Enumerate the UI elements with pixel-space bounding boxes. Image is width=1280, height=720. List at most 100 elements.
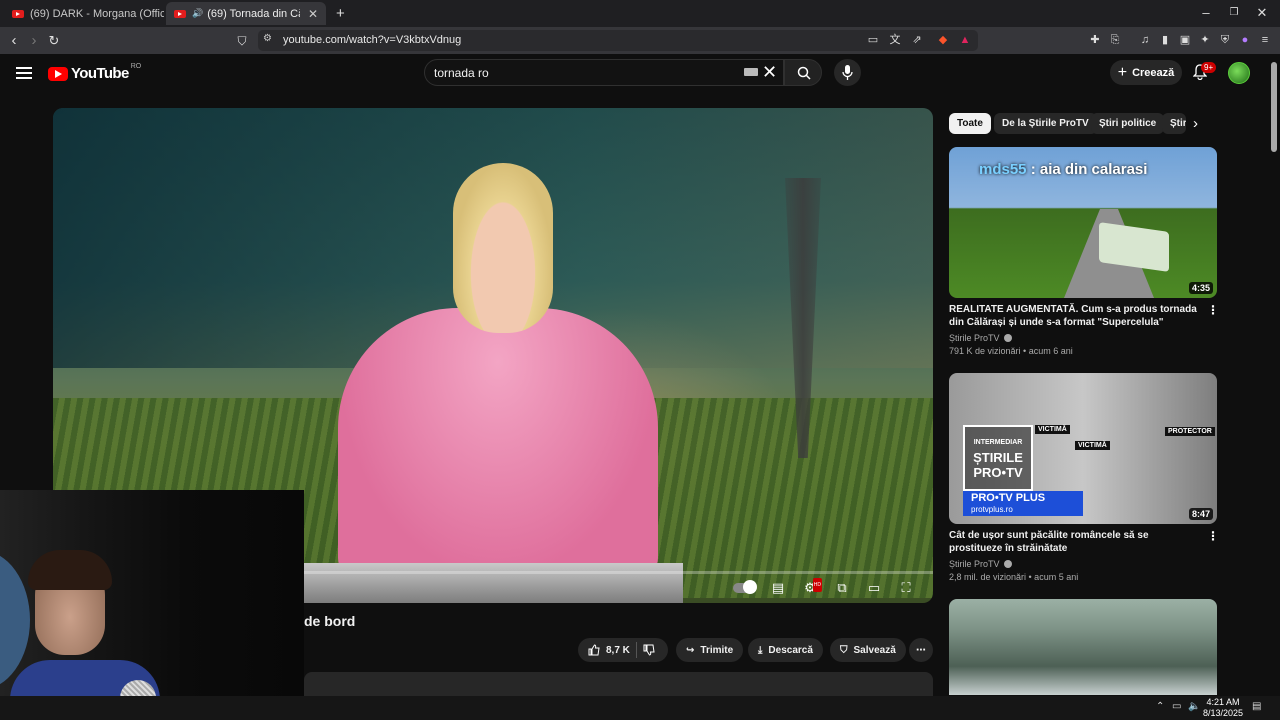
vpn-icon[interactable]: ⛨	[1218, 33, 1232, 47]
rec-more-icon[interactable]: ⋮	[1207, 303, 1219, 317]
thumbnail-plus-banner: PRO•TV PLUS protvplus.ro	[963, 491, 1083, 516]
rec-thumbnail[interactable]: mds55 : aia din calarasi 4:35	[949, 147, 1217, 298]
clear-search-icon[interactable]: ✕	[762, 62, 777, 83]
notification-count-badge: 9+	[1201, 62, 1217, 73]
search-input[interactable]	[434, 66, 734, 80]
settings-icon[interactable]: ⚙ HD	[801, 578, 822, 595]
bookmark-save-icon: ⛉	[840, 644, 848, 656]
like-count[interactable]: 8,7 K	[606, 645, 630, 656]
browser-menu-icon[interactable]: ≡	[1258, 33, 1272, 47]
save-button[interactable]: ⛉ Salvează	[830, 638, 906, 662]
verified-icon	[1003, 560, 1012, 568]
minimize-icon[interactable]: –	[1196, 5, 1216, 20]
rec-channel[interactable]: Știrile ProTV	[949, 333, 1012, 343]
page-scrollbar[interactable]	[1271, 62, 1277, 152]
theater-mode-icon[interactable]: ▭	[865, 581, 883, 595]
cast-icon[interactable]: ▭	[866, 33, 880, 47]
brand-top: INTERMEDIAR	[973, 439, 1023, 446]
url-text[interactable]: youtube.com/watch?v=V3kbtxVdnug	[283, 34, 461, 46]
notification-center-icon[interactable]: ▤	[1252, 701, 1261, 712]
chip-from-protv[interactable]: De la Știrile ProTV	[994, 113, 1097, 134]
window-close-icon[interactable]: ✕	[1252, 5, 1272, 21]
like-divider	[635, 642, 637, 658]
guide-menu-icon[interactable]	[16, 64, 32, 82]
site-info-icon[interactable]: ⚙	[263, 33, 272, 44]
thumbnail-text: : aia din calarasi	[1026, 161, 1148, 178]
thumbs-up-icon[interactable]	[588, 644, 600, 656]
forward-icon[interactable]: ›	[24, 31, 44, 51]
sidebar-icon[interactable]: ▮	[1158, 33, 1172, 47]
profile-icon[interactable]: ●	[1238, 33, 1252, 47]
video-frame-anchor	[338, 308, 658, 578]
bookmark-icon[interactable]: ⛉	[232, 31, 252, 51]
share-label: Trimite	[700, 644, 734, 656]
volume-icon[interactable]: 🔈	[1188, 701, 1200, 712]
tray-overflow-icon[interactable]: ⌃	[1156, 701, 1164, 712]
rec-title[interactable]: Cât de ușor sunt păcălite româncele să s…	[949, 529, 1199, 555]
voice-search-button[interactable]	[834, 59, 861, 86]
player-controls: ▤ ⚙ HD ⧉ ▭ ⛶	[733, 578, 915, 598]
channel-name: Știrile ProTV	[949, 333, 1000, 343]
rec-title[interactable]: REALITATE AUGMENTATĂ. Cum s-a produs tor…	[949, 303, 1199, 329]
brave-rewards-icon[interactable]: ▲	[958, 33, 972, 47]
thumbnail-tag: PROTECTOR	[1165, 427, 1215, 436]
rec-meta: 791 K de vizionări • acum 6 ani	[949, 346, 1073, 356]
rec-thumbnail[interactable]: INTERMEDIAR ȘTIRILE PRO•TV PRO•TV PLUS p…	[949, 373, 1217, 524]
video-frame-desk	[303, 563, 683, 603]
wallet-icon[interactable]: ▣	[1178, 33, 1192, 47]
rec-channel[interactable]: Știrile ProTV	[949, 559, 1012, 569]
thumbs-down-icon[interactable]	[643, 644, 655, 656]
plus-label: PRO•TV PLUS	[971, 492, 1046, 504]
autoplay-toggle[interactable]	[733, 580, 757, 594]
keyboard-icon[interactable]	[744, 68, 758, 76]
thumbnail-tag: VICTIMĂ	[1035, 425, 1070, 434]
new-tab-button[interactable]: +	[336, 5, 345, 22]
plus-url: protvplus.ro	[971, 505, 1013, 514]
fullscreen-icon[interactable]: ⛶	[897, 581, 915, 595]
subtitles-icon[interactable]: ▤	[769, 581, 787, 595]
screenshot-icon[interactable]: ⎘	[1108, 33, 1122, 47]
chip-all[interactable]: Toate	[949, 113, 991, 134]
translate-icon[interactable]: 文	[888, 33, 902, 47]
brave-shield-icon[interactable]: ◆	[936, 33, 950, 47]
network-icon[interactable]: ▭	[1172, 701, 1181, 712]
chip-political-news[interactable]: Știri politice	[1091, 113, 1165, 134]
os-taskbar	[0, 696, 1280, 720]
thumbnail-caption: mds55 : aia din calarasi	[979, 161, 1147, 178]
account-avatar[interactable]	[1228, 62, 1250, 84]
youtube-favicon-icon	[174, 9, 186, 18]
download-button[interactable]: ⤓ Descarcă	[748, 638, 823, 662]
like-dislike-group: 8,7 K	[578, 638, 668, 662]
chevron-right-icon[interactable]: ›	[1193, 115, 1198, 132]
tab-close-icon[interactable]: ✕	[308, 7, 318, 21]
video-title: de bord	[304, 613, 356, 629]
rec-more-icon[interactable]: ⋮	[1207, 529, 1219, 543]
share-page-icon[interactable]: ⇗	[910, 33, 924, 47]
browser-tab-1[interactable]: (69) DARK - Morgana (Official Audio)	[4, 2, 164, 25]
music-icon[interactable]: ♫	[1138, 33, 1152, 47]
share-icon: ↪	[686, 644, 695, 656]
youtube-logo[interactable]: YouTube RO	[48, 63, 141, 82]
chip-news[interactable]: Știri	[1162, 113, 1186, 134]
channel-name: Știrile ProTV	[949, 559, 1000, 569]
share-button[interactable]: ↪ Trimite	[676, 638, 744, 662]
extensions-icon[interactable]: ✚	[1088, 33, 1102, 47]
restore-icon[interactable]: ❐	[1224, 7, 1244, 18]
thumbnail-user: mds55	[979, 161, 1027, 178]
rec-thumbnail[interactable]	[949, 599, 1217, 695]
youtube-play-icon	[48, 66, 68, 81]
download-label: Descarcă	[768, 644, 813, 656]
miniplayer-icon[interactable]: ⧉	[833, 581, 851, 595]
browser-tab-2[interactable]: 🔊 (69) Tornada din Călărași, film ✕	[166, 2, 326, 25]
search-icon	[797, 66, 811, 80]
brand-mid: ȘTIRILE	[973, 450, 1023, 465]
search-button[interactable]	[784, 59, 822, 86]
leo-ai-icon[interactable]: ✦	[1198, 33, 1212, 47]
reload-icon[interactable]: ↻	[44, 31, 64, 51]
download-icon: ⤓	[758, 644, 763, 656]
more-actions-button[interactable]: ⋯	[909, 638, 933, 662]
tray-clock[interactable]: 4:21 AM 8/13/2025	[1203, 697, 1243, 719]
back-icon[interactable]: ‹	[4, 31, 24, 51]
video-duration: 8:47	[1188, 508, 1213, 520]
create-button[interactable]: + Creează	[1110, 60, 1182, 85]
